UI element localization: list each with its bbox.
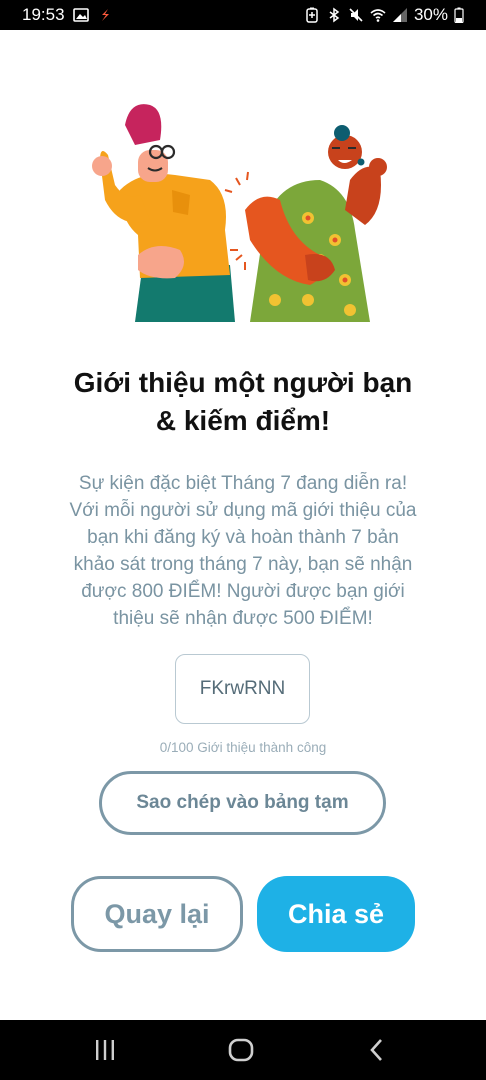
copy-to-clipboard-button[interactable]: Sao chép vào bảng tạm	[99, 771, 386, 835]
referral-success-count: 0/100 Giới thiệu thành công	[159, 740, 327, 755]
description-line: khảo sát trong tháng 7 này, bạn sẽ nhận	[73, 554, 413, 575]
description-line: Với mỗi người sử dụng mã giới thiệu của	[69, 500, 417, 521]
signal-icon	[392, 8, 407, 22]
wifi-icon	[370, 9, 386, 22]
referral-code-box: FKrwRNN	[175, 654, 310, 724]
battery-percentage: 30%	[413, 5, 448, 24]
home-icon[interactable]	[228, 1038, 254, 1062]
status-bar: 19:53 30%	[0, 0, 486, 30]
back-nav-icon[interactable]	[368, 1038, 386, 1062]
share-button[interactable]: Chia sẻ	[257, 876, 415, 952]
recent-apps-icon[interactable]	[94, 1038, 116, 1062]
description-line: Sự kiện đặc biệt Tháng 7 đang diễn ra!	[78, 473, 408, 494]
two-friends-thumbs-up-illustration	[92, 104, 387, 322]
referral-code: FKrwRNN	[199, 678, 286, 699]
battery-icon	[454, 7, 464, 23]
battery-saver-icon	[306, 7, 318, 23]
bluetooth-icon	[329, 7, 340, 23]
description-line: được 800 ĐIỂM! Người được bạn giới	[81, 581, 405, 602]
back-button[interactable]: Quay lại	[71, 876, 243, 952]
image-icon	[72, 8, 89, 22]
mute-icon	[349, 8, 363, 22]
app-notification-icon	[101, 9, 109, 21]
page-title: Giới thiệu một người bạn & kiếm điểm!	[20, 364, 466, 440]
description-line: bạn khi đăng ký và hoàn thành 7 bản	[87, 527, 399, 548]
title-line-1: Giới thiệu một người bạn	[73, 367, 413, 398]
system-navigation-bar	[0, 1020, 486, 1080]
status-time: 19:53	[22, 5, 65, 24]
title-line-2: & kiếm điểm!	[155, 405, 331, 436]
description-line: thiệu sẽ nhận được 500 ĐIỂM!	[113, 608, 373, 629]
referral-description: Sự kiện đặc biệt Tháng 7 đang diễn ra! V…	[40, 470, 446, 632]
